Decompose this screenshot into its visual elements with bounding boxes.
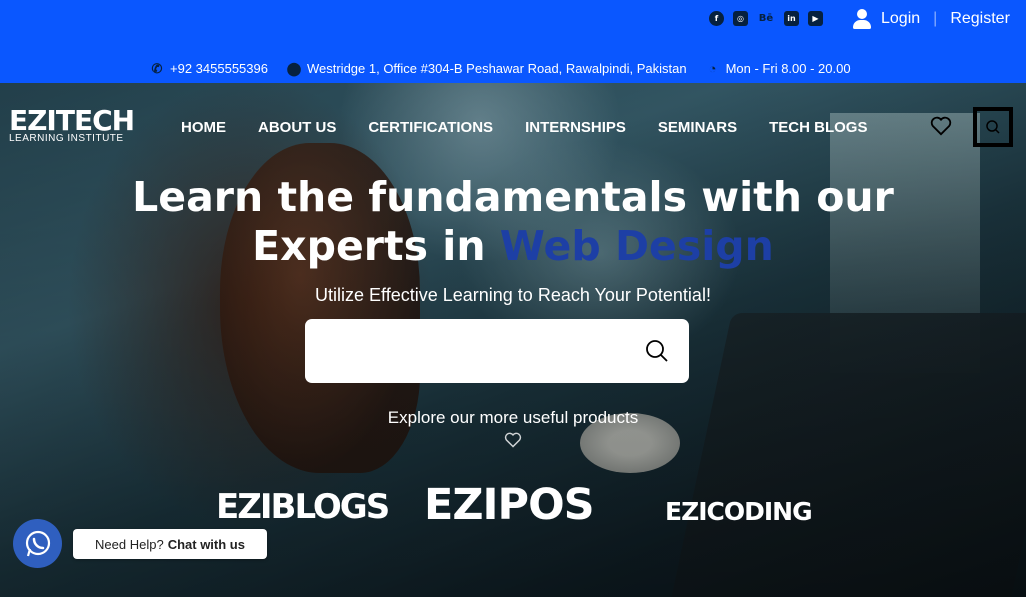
chat-help-prefix: Need Help? [95, 536, 164, 552]
linkedin-icon[interactable]: in [784, 11, 799, 26]
phone-icon: ✆ [151, 60, 163, 76]
location-pin-icon: ⬤ [286, 60, 302, 76]
nav-seminars[interactable]: SEMINARS [658, 119, 737, 136]
clock-icon: ◔ [708, 61, 717, 76]
product-ezipos-logo[interactable]: EZIPOS [424, 480, 595, 530]
auth-separator: | [933, 10, 938, 27]
phone-number[interactable]: +92 3455555396 [170, 61, 268, 76]
instagram-icon[interactable]: ◎ [733, 11, 748, 26]
hero-search-input[interactable] [305, 319, 689, 383]
nav-internships[interactable]: INTERNSHIPS [525, 119, 626, 136]
behance-icon[interactable]: Bē [757, 11, 775, 26]
contact-info: ✆ +92 3455555396 ⬤ Westridge 1, Office #… [150, 60, 851, 77]
explore-products-text: Explore our more useful products [387, 408, 639, 427]
hero-headline: Learn the fundamentals with our Experts … [0, 173, 1026, 271]
address-text: Westridge 1, Office #304-B Peshawar Road… [306, 61, 687, 76]
product-eziblogs-logo[interactable]: EZIBLOGS [216, 487, 390, 527]
top-bar: f ◎ Bē in ▶ Login | Register ✆ +92 34555… [0, 0, 1026, 83]
wishlist-heart-icon[interactable] [930, 116, 952, 136]
login-link[interactable]: Login [881, 10, 920, 28]
site-logo[interactable]: EZITECH LEARNING INSTITUTE [9, 104, 135, 145]
nav-home[interactable]: HOME [181, 119, 226, 136]
facebook-icon[interactable]: f [709, 11, 724, 26]
youtube-icon[interactable]: ▶ [808, 11, 823, 26]
search-icon[interactable] [645, 339, 669, 363]
social-links: f ◎ Bē in ▶ [709, 11, 823, 26]
hero-subline: Utilize Effective Learning to Reach Your… [315, 285, 711, 305]
register-link[interactable]: Register [950, 10, 1010, 28]
headline-line-1: Learn the fundamentals with our [132, 173, 894, 221]
main-nav: HOME ABOUT US CERTIFICATIONS INTERNSHIPS… [181, 119, 867, 136]
logo-sub-text: LEARNING INSTITUTE [9, 133, 124, 144]
search-icon [986, 120, 1000, 134]
logo-main-text: EZITECH [9, 104, 135, 137]
hours-text: Mon - Fri 8.00 - 20.00 [725, 61, 851, 76]
user-icon [852, 9, 872, 29]
whatsapp-icon [25, 530, 50, 556]
headline-accent: Web Design [499, 222, 774, 270]
whatsapp-chat-button[interactable] [13, 519, 62, 568]
hero-section: EZITECH LEARNING INSTITUTE HOME ABOUT US… [0, 83, 1026, 597]
chat-help-bubble[interactable]: Need Help? Chat with us [73, 529, 267, 559]
heart-icon [504, 432, 522, 448]
chat-help-action: Chat with us [167, 536, 245, 552]
auth-links: Login | Register [852, 9, 1010, 29]
headline-line-2: Experts in Web Design [252, 222, 774, 270]
product-ezicoding-logo[interactable]: EZICODING [665, 497, 813, 526]
header-search-button[interactable] [973, 107, 1013, 147]
nav-tech-blogs[interactable]: TECH BLOGS [769, 119, 867, 136]
nav-certifications[interactable]: CERTIFICATIONS [368, 119, 493, 136]
nav-about-us[interactable]: ABOUT US [258, 119, 336, 136]
